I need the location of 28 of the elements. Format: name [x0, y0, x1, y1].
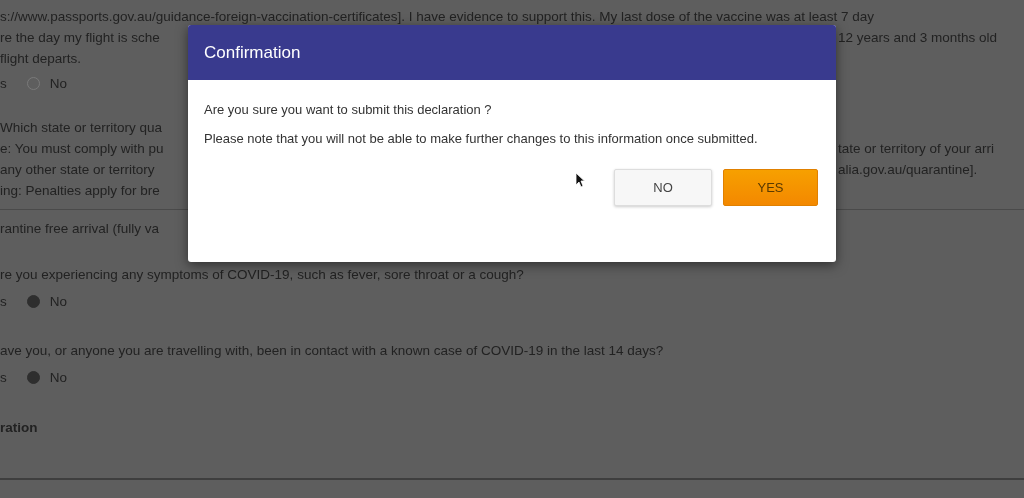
section-heading: ration [0, 420, 38, 435]
radio-button[interactable] [26, 370, 40, 384]
form-text: e: You must comply with pu [0, 141, 165, 156]
form-text: re the day my flight is sche [0, 30, 161, 45]
radio-label: s [0, 75, 7, 91]
form-text: rantine free arrival (fully va [0, 221, 161, 236]
yes-button[interactable]: YES [723, 169, 818, 207]
radio-label: s [0, 369, 7, 385]
radio-label: No [49, 369, 67, 385]
radio-label: No [49, 75, 67, 91]
no-button[interactable]: NO [614, 169, 712, 207]
radio-label: No [49, 293, 67, 309]
form-text: 12 years and 3 months old [838, 30, 998, 45]
form-text: ing: Penalties apply for bre [0, 183, 161, 198]
dialog-note: Please note that you will not be able to make further changes to this information once submitted. [204, 130, 759, 148]
question-text: re you experiencing any symptoms of COVID-19, such as fever, sore throat or a cough? [0, 266, 524, 282]
form-text: any other state or territory [0, 162, 156, 177]
form-text: flight departs. [0, 51, 83, 66]
form-text: tate or territory of your arri [838, 141, 995, 156]
radio-button[interactable] [26, 294, 40, 308]
form-text: Which state or territory qua [0, 120, 164, 135]
mouse-cursor-icon [575, 172, 585, 188]
dialog-question: Are you sure you want to submit this declaration ? [204, 102, 493, 117]
radio-label: s [0, 293, 7, 309]
dialog-title: Confirmation [204, 42, 301, 63]
question-text: ave you, or anyone you are travelling with, been in contact with a known case of COVID-19 in the last 14 days? [0, 342, 664, 358]
form-text: s://www.passports.gov.au/guidance-foreign-vaccination-certificates]. I have evidence to support this. My last dose of the vaccine was at least 7 day [0, 9, 874, 24]
form-text: alia.gov.au/quarantine]. [838, 162, 978, 177]
